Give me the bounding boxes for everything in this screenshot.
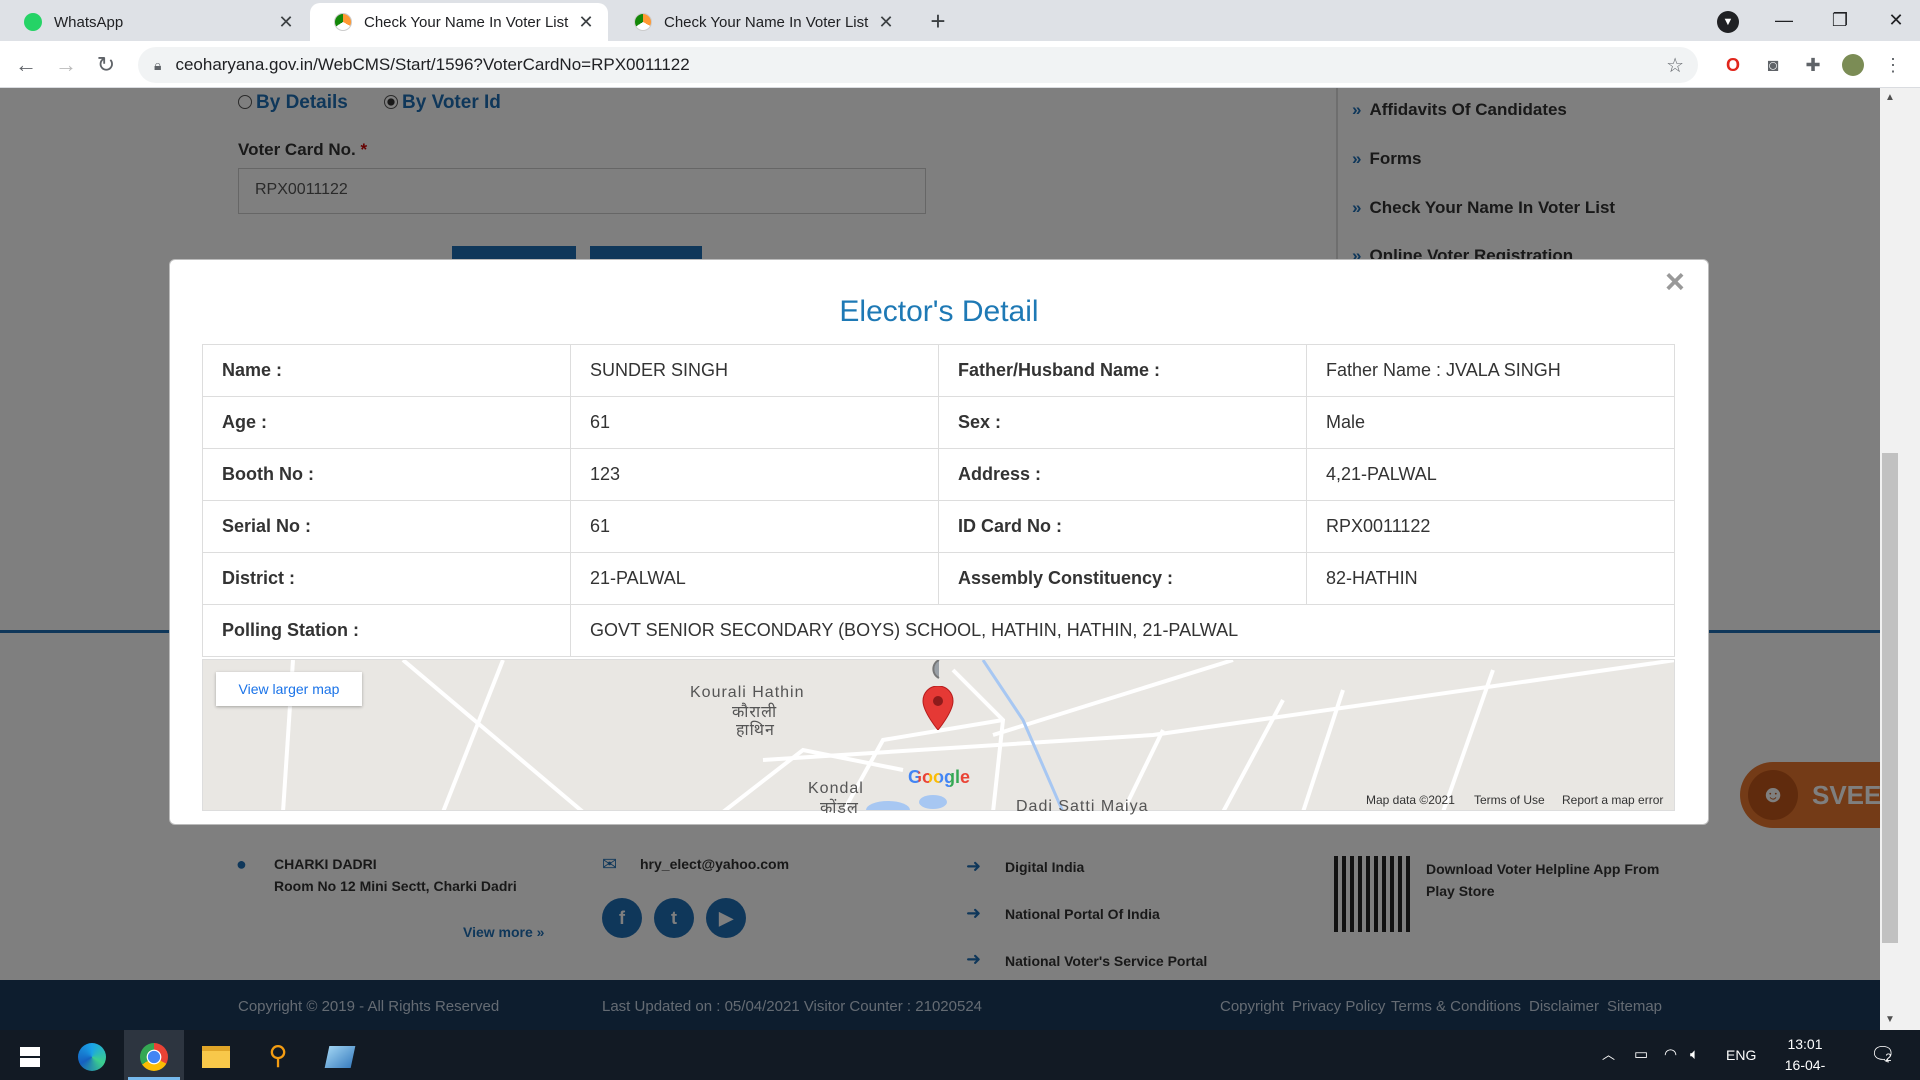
map-roads <box>281 660 1674 810</box>
polling-station-value: GOVT SENIOR SECONDARY (BOYS) SCHOOL, HAT… <box>570 604 1675 657</box>
whatsapp-icon <box>24 13 42 31</box>
name-label: Name : <box>202 344 571 397</box>
scroll-down-icon[interactable]: ▼ <box>1880 1014 1900 1025</box>
sex-value: Male <box>1306 396 1675 449</box>
assembly-label: Assembly Constituency : <box>938 552 1307 605</box>
map-pin-icon[interactable] <box>922 685 954 731</box>
scroll-up-icon[interactable]: ▲ <box>1880 92 1900 103</box>
battery-icon[interactable]: ▭ <box>1634 1030 1648 1080</box>
close-tab-icon[interactable]: ✕ <box>876 12 896 33</box>
file-explorer-icon[interactable] <box>186 1030 246 1080</box>
tab-voter-list-active[interactable]: Check Your Name In Voter List ✕ <box>310 3 608 41</box>
extensions-puzzle-icon[interactable]: ✚ <box>1802 54 1824 76</box>
table-row: Booth No : 123 Address : 4,21-PALWAL <box>202 448 1675 501</box>
window-controls: ▼ — ❐ ✕ <box>1700 0 1920 41</box>
elector-detail-table: Name : SUNDER SINGH Father/Husband Name … <box>202 344 1675 657</box>
report-map-error-link[interactable]: Report a map error <box>1562 793 1663 807</box>
modal-title: Elector's Detail <box>839 295 1039 328</box>
map-data-text: Map data ©2021 <box>1366 793 1455 807</box>
edge-browser-icon[interactable] <box>62 1030 122 1080</box>
windows-start-icon[interactable] <box>0 1030 60 1080</box>
google-logo: Google <box>908 767 970 788</box>
lock-icon: 🔒︎ <box>154 56 162 73</box>
windows-taskbar: ⚲ ︿ ▭ ◠ 🔈︎ ENG 13:01 16-04-2021 🗨︎2 <box>0 1030 1920 1080</box>
table-row: Name : SUNDER SINGH Father/Husband Name … <box>202 344 1675 397</box>
address-label: Address : <box>938 448 1307 501</box>
minimize-icon[interactable]: — <box>1756 10 1812 31</box>
site-favicon-icon <box>334 13 352 31</box>
reload-icon[interactable]: ↻ <box>90 49 122 81</box>
camera-extension-icon[interactable]: ◙ <box>1762 54 1784 76</box>
age-value: 61 <box>570 396 939 449</box>
tab-search-icon[interactable]: ▼ <box>1700 9 1756 33</box>
table-row: Age : 61 Sex : Male <box>202 396 1675 449</box>
close-icon[interactable]: × <box>1665 265 1685 299</box>
district-label: District : <box>202 552 571 605</box>
serial-no-label: Serial No : <box>202 500 571 553</box>
scrollbar-thumb[interactable] <box>1882 453 1898 943</box>
booth-no-value: 123 <box>570 448 939 501</box>
google-wordmark: Google <box>908 767 970 787</box>
terms-of-use-link[interactable]: Terms of Use <box>1474 793 1545 807</box>
forward-arrow-icon[interactable]: → <box>50 49 82 81</box>
restore-icon[interactable]: ❐ <box>1812 10 1868 31</box>
browser-tab-strip: WhatsApp ✕ Check Your Name In Voter List… <box>0 0 1920 41</box>
page-scrollbar[interactable]: ▲ ▼ <box>1880 88 1920 1030</box>
tab-title: Check Your Name In Voter List <box>364 13 569 31</box>
id-card-label: ID Card No : <box>938 500 1307 553</box>
table-row: District : 21-PALWAL Assembly Constituen… <box>202 552 1675 605</box>
chrome-browser-icon[interactable] <box>124 1030 184 1080</box>
menu-kebab-icon[interactable]: ⋮ <box>1882 54 1904 76</box>
address-value: 4,21-PALWAL <box>1306 448 1675 501</box>
booth-no-label: Booth No : <box>202 448 571 501</box>
system-clock[interactable]: 13:01 16-04-2021 <box>1770 1034 1840 1080</box>
address-bar[interactable]: 🔒︎ ceoharyana.gov.in/WebCMS/Start/1596?V… <box>138 47 1698 83</box>
new-tab-plus-icon[interactable]: + <box>922 6 954 38</box>
district-value: 21-PALWAL <box>570 552 939 605</box>
url-text: ceoharyana.gov.in/WebCMS/Start/1596?Vote… <box>175 55 690 74</box>
father-name-value: Father Name : JVALA SINGH <box>1306 344 1675 397</box>
polling-station-label: Polling Station : <box>202 604 571 657</box>
map-place-label: हाथिन <box>736 722 775 739</box>
browser-toolbar: ← → ↻ 🔒︎ ceoharyana.gov.in/WebCMS/Start/… <box>0 41 1920 88</box>
tab-title: Check Your Name In Voter List <box>664 13 869 31</box>
age-label: Age : <box>202 396 571 449</box>
assembly-value: 82-HATHIN <box>1306 552 1675 605</box>
close-tab-icon[interactable]: ✕ <box>576 12 596 33</box>
close-window-icon[interactable]: ✕ <box>1868 10 1920 31</box>
table-row: Serial No : 61 ID Card No : RPX0011122 <box>202 500 1675 553</box>
back-arrow-icon[interactable]: ← <box>10 49 42 81</box>
notification-count: 2 <box>1885 1052 1892 1064</box>
serial-no-value: 61 <box>570 500 939 553</box>
language-indicator[interactable]: ENG <box>1726 1030 1756 1080</box>
clock-time: 13:01 <box>1787 1036 1823 1052</box>
profile-avatar[interactable] <box>1842 54 1864 76</box>
bookmark-star-icon[interactable]: ☆ <box>1666 53 1684 78</box>
volume-icon[interactable]: 🔈︎ <box>1690 1030 1699 1080</box>
father-name-label: Father/Husband Name : <box>938 344 1307 397</box>
table-row: Polling Station : GOVT SENIOR SECONDARY … <box>202 604 1675 657</box>
sex-label: Sex : <box>938 396 1307 449</box>
tray-chevron-up-icon[interactable]: ︿ <box>1602 1030 1615 1080</box>
wifi-icon[interactable]: ◠ <box>1664 1030 1677 1080</box>
name-value: SUNDER SINGH <box>570 344 939 397</box>
notification-icon[interactable]: 🗨︎2 <box>1870 1030 1895 1080</box>
close-tab-icon[interactable]: ✕ <box>276 12 296 33</box>
tab-voter-list[interactable]: Check Your Name In Voter List ✕ <box>610 3 908 41</box>
app-window-icon[interactable] <box>310 1030 370 1080</box>
view-larger-map-link[interactable]: View larger map <box>216 672 362 706</box>
clock-date: 16-04-2021 <box>1784 1057 1826 1080</box>
opera-extension-icon[interactable]: O <box>1722 54 1744 76</box>
id-card-value: RPX0011122 <box>1306 500 1675 553</box>
tab-title: WhatsApp <box>54 13 124 31</box>
tab-whatsapp[interactable]: WhatsApp ✕ <box>0 3 308 41</box>
map-place-label: कोंडल <box>820 800 859 817</box>
map-place-label: Dadi Satti Maiya <box>1016 798 1149 815</box>
location-map[interactable] <box>202 659 1675 811</box>
search-tool-icon[interactable]: ⚲ <box>248 1030 308 1080</box>
site-favicon-icon <box>634 13 652 31</box>
